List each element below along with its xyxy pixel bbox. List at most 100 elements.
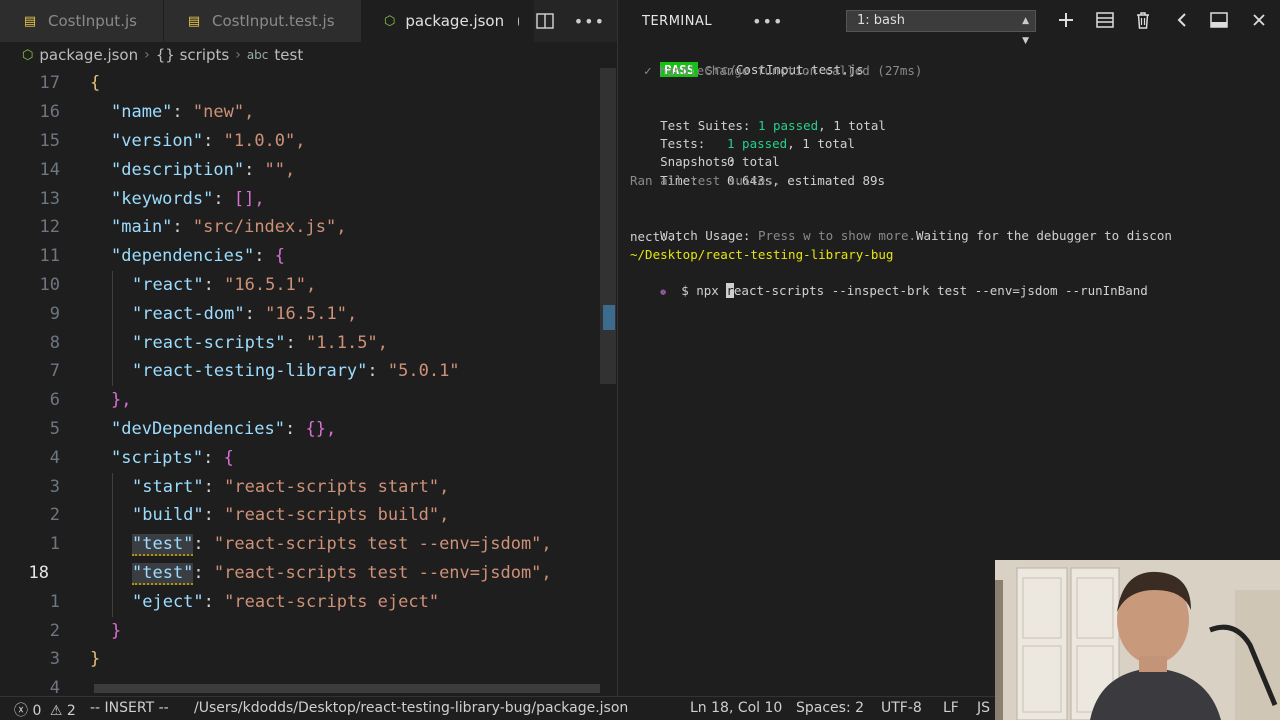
summary-value: 0 total [727, 154, 780, 169]
json-key: "keywords" [111, 189, 214, 209]
horizontal-scrollbar[interactable] [94, 684, 600, 693]
line-ending[interactable]: LF [943, 700, 959, 716]
code-line: 9 "react-dom": "16.5.1", [0, 300, 617, 329]
line-number: 9 [49, 304, 60, 324]
json-value: "16.5.1", [265, 304, 358, 324]
terminal-line: PASS src/CostInput.test.js [630, 43, 864, 77]
json-value: { [223, 448, 234, 468]
json-key: "react-scripts" [132, 333, 286, 353]
vim-mode: -- INSERT -- [90, 700, 169, 716]
line-number: 4 [49, 448, 60, 468]
tab-package-json[interactable]: ⬡ package.json [362, 0, 534, 42]
json-value: "react-scripts test --env=jsdom", [213, 534, 552, 554]
line-number: 1 [49, 534, 60, 554]
prompt: $ npx [681, 283, 727, 298]
line-number: 16 [39, 102, 60, 122]
unsaved-dot-icon[interactable] [518, 16, 519, 26]
terminal-line: Snapshots: 0 total [630, 135, 780, 169]
line-number: 2 [49, 505, 60, 525]
chevron-right-icon: › [144, 47, 150, 63]
code-line: 4 "scripts": { [0, 444, 617, 473]
npm-icon: ⬡ [22, 47, 34, 63]
json-value: "react-scripts build", [224, 505, 450, 525]
webcam-image [995, 560, 1280, 720]
file-path: /Users/kdodds/Desktop/react-testing-libr… [194, 700, 629, 716]
json-key-highlighted: "test" [132, 534, 194, 556]
command-line: ❁ $ npx react-scripts --inspect-brk test… [630, 264, 1148, 298]
text-cursor: r [726, 283, 734, 298]
code-editor[interactable]: 17 { 16 "name": "new", 15 "version": "1.… [0, 68, 617, 696]
code-line: 12 "main": "src/index.js", [0, 213, 617, 242]
code-line: 16 "name": "new", [0, 98, 617, 127]
terminal-select[interactable]: 1: bash ▲ ▼ [846, 10, 1036, 46]
line-number: 13 [39, 189, 60, 209]
chevron-left-icon[interactable] [1176, 12, 1188, 32]
maximize-panel-icon[interactable] [1210, 12, 1228, 32]
tab-costinput-js[interactable]: ▤ CostInput.js [0, 0, 164, 42]
trash-icon[interactable] [1136, 12, 1150, 33]
json-value: "react-scripts start", [224, 477, 450, 497]
terminal-select-value: 1: bash [857, 13, 906, 28]
breadcrumb-key[interactable]: test [274, 46, 303, 64]
code-line: 5 "devDependencies": {}, [0, 415, 617, 444]
encoding[interactable]: UTF-8 [881, 700, 922, 716]
json-value: "1.0.0", [223, 131, 306, 151]
language-mode[interactable]: JS [977, 700, 990, 716]
json-key: "description" [111, 160, 245, 180]
line-number: 10 [39, 275, 60, 295]
terminal-line: Time: 0.643s, estimated 89s [630, 154, 885, 188]
breadcrumb-section[interactable]: {} scripts [156, 46, 229, 64]
json-value: "react-scripts eject" [224, 592, 440, 612]
json-key: "react" [132, 275, 204, 295]
breadcrumb-file[interactable]: package.json [39, 46, 138, 64]
ran-all-line: Ran all test suites. [630, 173, 781, 188]
json-key: "devDependencies" [111, 419, 285, 439]
code-line: 7 "react-testing-library": "5.0.1" [0, 357, 617, 386]
code-line: 11 "dependencies": { [0, 242, 617, 271]
indentation[interactable]: Spaces: 2 [796, 700, 864, 716]
summary-passed: 1 passed [727, 136, 788, 151]
brace: }, [111, 390, 132, 410]
cursor-position[interactable]: Ln 18, Col 10 [690, 700, 782, 716]
json-key: "name" [111, 102, 173, 122]
code-line: 10 "react": "16.5.1", [0, 271, 617, 300]
json-key: "start" [132, 477, 204, 497]
more-actions-icon[interactable]: ••• [752, 12, 783, 31]
test-result-line: ✓ handleChange function called (27ms) [644, 63, 923, 78]
string-icon: abc [246, 48, 269, 62]
json-value: "new", [192, 102, 255, 122]
split-terminal-icon[interactable] [1096, 12, 1114, 32]
more-actions-icon[interactable]: ••• [574, 12, 605, 31]
error-count: 0 [32, 703, 42, 719]
scroll-position-marker [603, 305, 615, 330]
watch-wrap-line: nect... [630, 229, 683, 244]
terminal-title[interactable]: TERMINAL [642, 14, 712, 29]
json-key: "dependencies" [111, 246, 255, 266]
json-value: "16.5.1", [224, 275, 317, 295]
code-line: 8 "react-scripts": "1.1.5", [0, 329, 617, 358]
plus-icon[interactable] [1058, 12, 1074, 32]
breadcrumb: ⬡ package.json › {} scripts › abc test [0, 42, 617, 68]
npm-icon: ⬡ [384, 13, 396, 29]
tab-costinput-test-js[interactable]: ▤ CostInput.test.js [164, 0, 362, 42]
brace: { [90, 73, 101, 93]
json-value: "5.0.1" [387, 361, 460, 381]
split-editor-icon[interactable] [535, 13, 554, 29]
code-line: 14 "description": "", [0, 156, 617, 185]
json-key: "main" [111, 217, 173, 237]
problems-indicator[interactable]: ⓧ 0 ⚠ 2 [14, 700, 76, 720]
close-icon[interactable] [1252, 12, 1266, 31]
code-line: 6 }, [0, 386, 617, 415]
json-value: {}, [305, 419, 337, 439]
tab-label: CostInput.js [48, 12, 137, 30]
chevron-right-icon: › [235, 47, 241, 63]
brace: } [90, 649, 101, 669]
watch-hint: Press w to show more. [757, 228, 916, 243]
vertical-scrollbar[interactable] [600, 68, 616, 384]
json-key-highlighted: "test" [132, 563, 194, 585]
brace: } [111, 621, 122, 641]
line-number: 2 [49, 621, 60, 641]
error-icon: ⓧ [14, 703, 28, 719]
summary-total: , 1 total [818, 118, 886, 133]
code-line: 1 "test": "react-scripts test --env=jsdo… [0, 530, 617, 559]
